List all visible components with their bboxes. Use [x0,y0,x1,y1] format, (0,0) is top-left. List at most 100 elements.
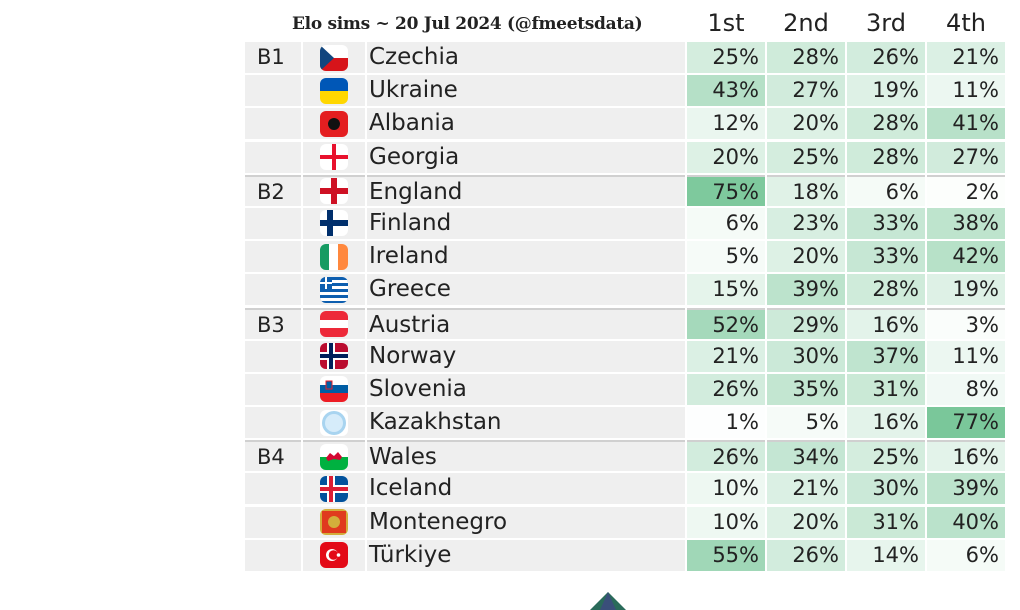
column-header-4th: 4th [946,9,986,37]
probability-cell-1st: 25% [687,42,765,73]
flag-cell [303,42,365,73]
probability-cell-3rd: 6% [847,174,925,206]
czechia-flag-icon [320,44,348,71]
table-row: Türkiye 55% 26% 14% 6% [245,539,1007,573]
probability-cell-4th: 3% [927,307,1005,339]
team-name: Greece [367,274,685,306]
probability-cell-1st: 5% [687,241,765,273]
probability-cell-1st: 75% [687,174,765,206]
table-row: B4 Wales 26% 34% 25% 16% [245,440,1007,473]
probability-cell-2nd: 30% [767,340,845,372]
probability-cell-2nd: 26% [767,539,845,571]
probability-cell-2nd: 25% [767,141,845,173]
flag-cell [303,75,365,107]
probability-cell-3rd: 31% [847,506,925,538]
team-name: England [367,174,685,206]
team-name: Georgia [367,141,685,173]
probability-cell-2nd: 35% [767,373,845,405]
group-label [245,141,301,173]
probability-cell-3rd: 33% [847,207,925,239]
probability-cell-3rd: 37% [847,340,925,372]
probability-cell-3rd: 33% [847,241,925,273]
ireland-flag-icon [320,243,348,270]
group-label [245,473,301,505]
team-name: Montenegro [367,506,685,538]
slovenia-flag-icon [320,376,348,403]
probability-cell-3rd: 26% [847,42,925,73]
column-header-3rd: 3rd [866,9,906,37]
team-name: Iceland [367,473,685,505]
table-row: Finland 6% 23% 33% 38% [245,207,1007,241]
probability-table: B1 Czechia 25% 28% 26% 21% Ukraine 43% 27% 19% 11%… [245,42,1007,573]
probability-cell-1st: 10% [687,473,765,505]
table-row: Albania 12% 20% 28% 41% [245,108,1007,141]
probability-cell-3rd: 16% [847,407,925,439]
flag-cell [303,373,365,405]
probability-cell-2nd: 18% [767,174,845,206]
greece-flag-icon [320,276,348,303]
probability-cell-4th: 39% [927,473,1005,505]
probability-cell-4th: 27% [927,141,1005,173]
column-header-1st: 1st [707,9,745,37]
england-flag-icon [320,178,348,205]
probability-cell-2nd: 20% [767,506,845,538]
probability-cell-3rd: 28% [847,108,925,140]
probability-cell-4th: 21% [927,42,1005,73]
probability-cell-2nd: 34% [767,440,845,472]
group-label [245,75,301,107]
probability-cell-3rd: 28% [847,141,925,173]
team-name: Ukraine [367,75,685,107]
wales-flag-icon [320,443,348,470]
group-label: B3 [245,307,301,339]
flag-cell [303,174,365,206]
flag-cell [303,473,365,505]
iceland-flag-icon [320,475,348,502]
probability-cell-1st: 52% [687,307,765,339]
probability-cell-1st: 55% [687,539,765,571]
group-label [245,506,301,538]
table-row: Montenegro 10% 20% 31% 40% [245,506,1007,540]
flag-cell [303,440,365,472]
probability-cell-4th: 11% [927,340,1005,372]
ukraine-flag-icon [320,77,348,104]
table-row: Ukraine 43% 27% 19% 11% [245,75,1007,108]
logo-icon [590,592,626,610]
flag-cell [303,539,365,571]
column-header-2nd: 2nd [783,9,829,37]
probability-cell-2nd: 27% [767,75,845,107]
probability-cell-3rd: 28% [847,274,925,306]
group-label [245,373,301,405]
probability-cell-4th: 6% [927,539,1005,571]
group-label [245,207,301,239]
probability-cell-4th: 42% [927,241,1005,273]
chart-title: Elo sims ~ 20 Jul 2024 (@fmeetsdata) [292,14,643,34]
probability-cell-1st: 43% [687,75,765,107]
table-row: Georgia 20% 25% 28% 27% [245,141,1007,175]
table-row: B1 Czechia 25% 28% 26% 21% [245,42,1007,75]
probability-cell-2nd: 5% [767,407,845,439]
flag-cell [303,207,365,239]
probability-cell-1st: 12% [687,108,765,140]
group-label [245,274,301,306]
probability-cell-2nd: 39% [767,274,845,306]
austria-flag-icon [320,311,348,337]
kazakhstan-flag-icon [320,409,348,436]
probability-cell-1st: 20% [687,141,765,173]
flag-cell [303,274,365,306]
group-label [245,108,301,140]
probability-cell-3rd: 19% [847,75,925,107]
probability-cell-1st: 21% [687,340,765,372]
table-row: Iceland 10% 21% 30% 39% [245,473,1007,506]
probability-cell-1st: 26% [687,373,765,405]
probability-cell-1st: 10% [687,506,765,538]
group-label [245,407,301,439]
team-name: Slovenia [367,373,685,405]
probability-cell-1st: 26% [687,440,765,472]
probability-cell-3rd: 25% [847,440,925,472]
group-label [245,241,301,273]
georgia-flag-icon [320,144,348,171]
flag-cell [303,340,365,372]
team-name: Finland [367,207,685,239]
probability-cell-2nd: 28% [767,42,845,73]
probability-cell-3rd: 31% [847,373,925,405]
